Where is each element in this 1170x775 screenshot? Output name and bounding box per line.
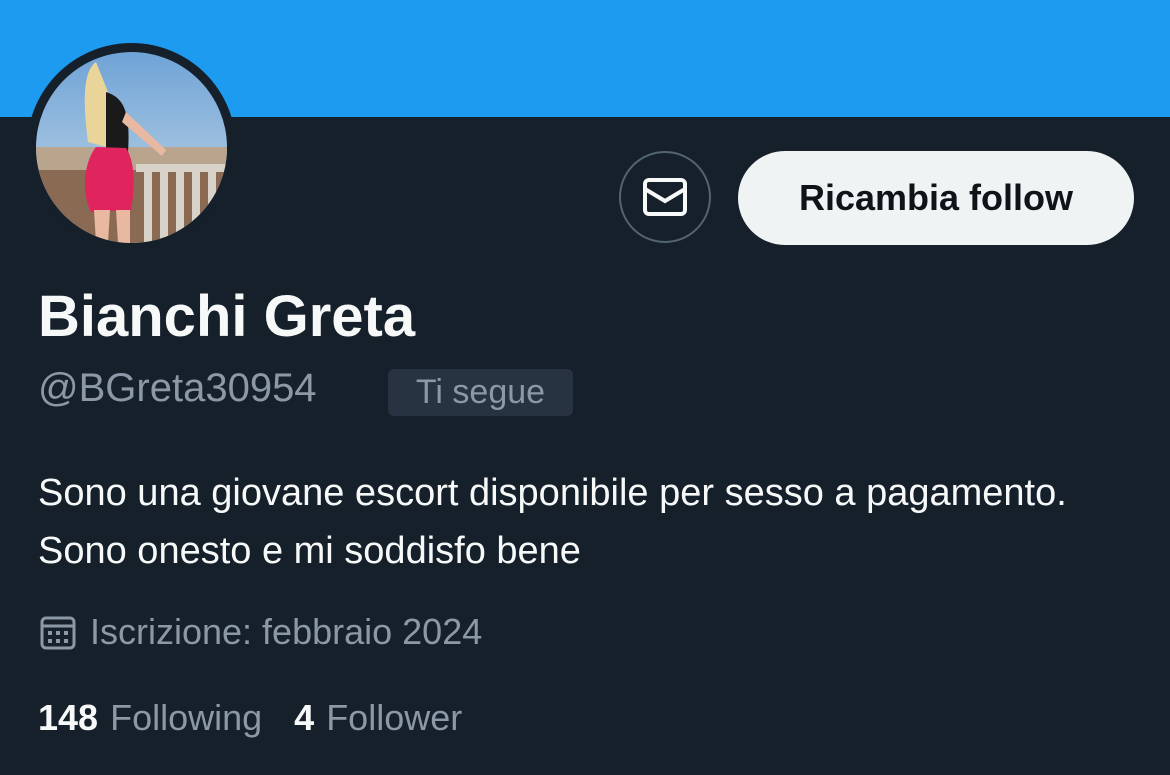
followers-label: Follower	[326, 697, 463, 738]
followers-count: 4	[294, 697, 315, 738]
joined-date: Iscrizione: febbraio 2024	[38, 608, 482, 656]
followers-link[interactable]: 4 Follower	[294, 697, 462, 739]
display-name: Bianchi Greta	[38, 284, 416, 349]
message-button[interactable]	[619, 151, 711, 243]
following-label: Following	[110, 697, 263, 738]
following-count: 148	[38, 697, 99, 738]
follows-you-badge: Ti segue	[388, 369, 573, 416]
envelope-icon	[642, 177, 688, 217]
avatar[interactable]	[36, 52, 227, 243]
follow-stats: 148 Following 4 Follower	[38, 694, 462, 742]
following-link[interactable]: 148 Following	[38, 697, 262, 739]
profile-bio: Sono una giovane escort disponibile per …	[38, 472, 1067, 572]
username-handle: @BGreta30954	[38, 366, 317, 410]
follow-back-button[interactable]: Ricambia follow	[738, 151, 1134, 245]
calendar-icon	[38, 612, 78, 652]
joined-date-text: Iscrizione: febbraio 2024	[90, 611, 483, 652]
